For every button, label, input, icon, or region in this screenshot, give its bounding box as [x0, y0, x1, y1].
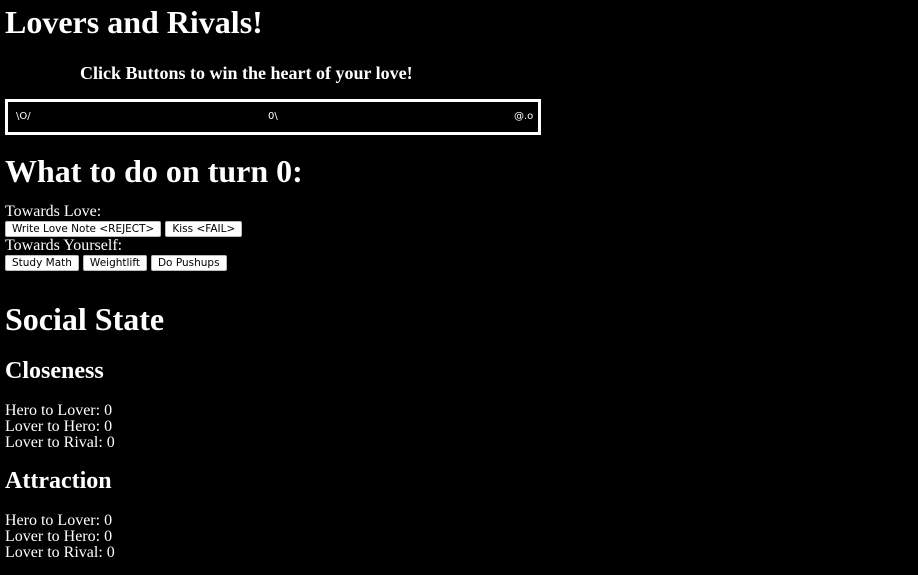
attraction-hero-to-lover: Hero to Lover: 0	[5, 512, 113, 529]
kiss-button[interactable]: Kiss <FAIL>	[165, 221, 243, 237]
closeness-heading: Closeness	[5, 358, 104, 384]
closeness-lover-to-hero: Lover to Hero: 0	[5, 418, 113, 435]
weightlift-button[interactable]: Weightlift	[82, 255, 147, 271]
attraction-lover-to-hero: Lover to Hero: 0	[5, 528, 113, 545]
love-actions: Write Love Note <REJECT> Kiss <FAIL>	[5, 221, 913, 237]
attraction-stats: Hero to Lover: 0 Lover to Hero: 0 Lover …	[5, 513, 913, 561]
towards-yourself-label: Towards Yourself:	[5, 237, 123, 254]
lover-character: 0\	[268, 111, 278, 122]
page: Lovers and Rivals! Click Buttons to win …	[0, 4, 918, 561]
attraction-heading: Attraction	[5, 468, 112, 494]
social-state-heading: Social State	[5, 301, 165, 337]
page-subtitle: Click Buttons to win the heart of your l…	[80, 63, 413, 83]
write-love-note-button[interactable]: Write Love Note <REJECT>	[5, 221, 162, 237]
closeness-stats: Hero to Lover: 0 Lover to Hero: 0 Lover …	[5, 403, 913, 451]
actions-section: Towards Love: Write Love Note <REJECT> K…	[5, 204, 913, 271]
closeness-hero-to-lover: Hero to Lover: 0	[5, 402, 113, 419]
hero-character: \O/	[16, 111, 31, 122]
towards-love-label: Towards Love:	[5, 203, 102, 220]
closeness-lover-to-rival: Lover to Rival: 0	[5, 434, 115, 451]
do-pushups-button[interactable]: Do Pushups	[150, 255, 227, 271]
page-title: Lovers and Rivals!	[5, 4, 263, 40]
turn-heading: What to do on turn 0:	[5, 153, 303, 189]
rival-character: @.o	[514, 111, 534, 122]
self-actions: Study Math Weightlift Do Pushups	[5, 255, 913, 271]
game-stage: \O/ 0\ @.o	[5, 99, 541, 135]
study-math-button[interactable]: Study Math	[5, 255, 79, 271]
attraction-lover-to-rival: Lover to Rival: 0	[5, 544, 115, 561]
